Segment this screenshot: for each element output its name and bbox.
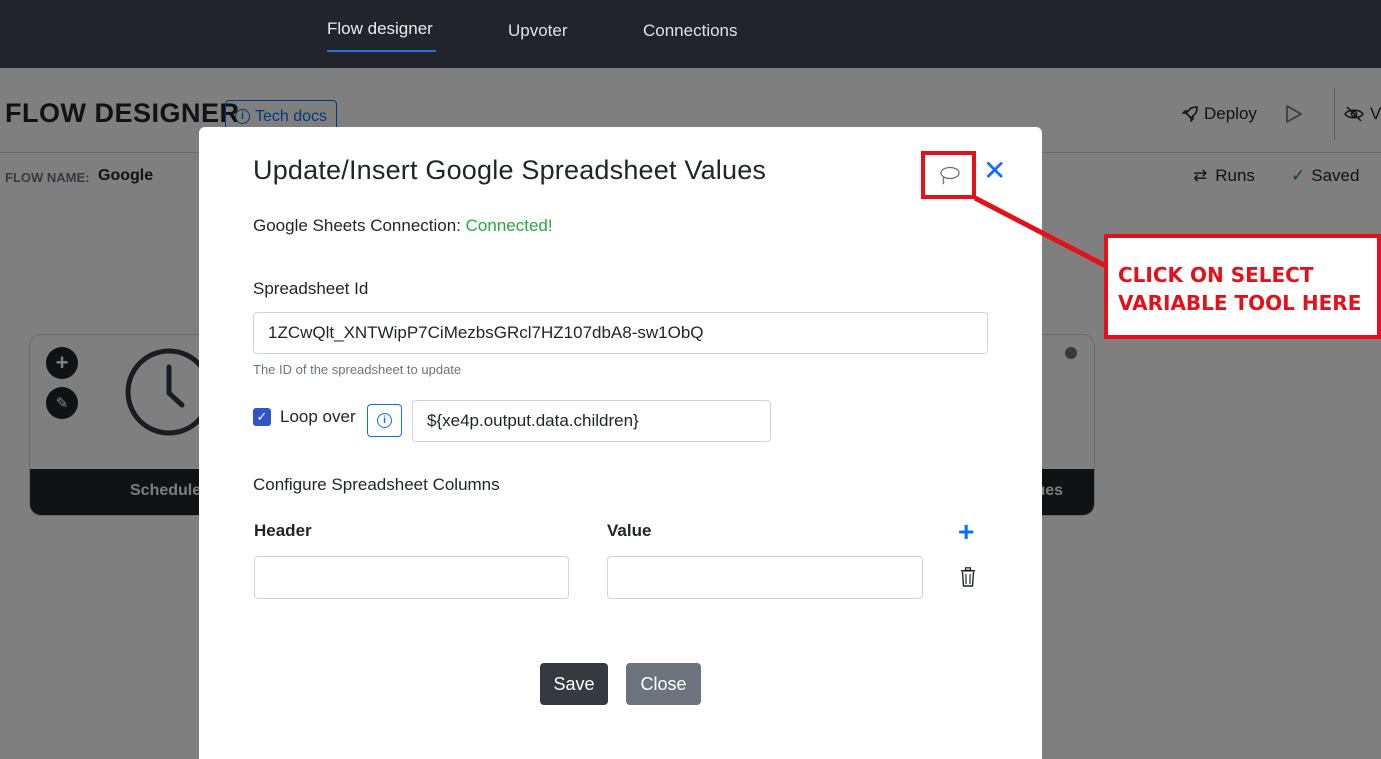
spreadsheet-id-value: 1ZCwQlt_XNTWipP7CiMezbsGRcl7HZ107dbA8-sw… (268, 323, 704, 342)
loop-over-value: ${xe4p.output.data.children} (427, 411, 639, 430)
close-icon[interactable]: ✕ (983, 157, 1006, 185)
lasso-icon (939, 166, 960, 185)
header-input[interactable] (254, 556, 569, 599)
annotation-line-1: CLICK ON SELECT (1118, 263, 1314, 287)
trash-icon[interactable] (960, 567, 976, 587)
connection-status: Connected! (465, 216, 553, 235)
spreadsheet-id-label: Spreadsheet Id (253, 279, 369, 298)
tab-upvoter[interactable]: Upvoter (508, 21, 568, 41)
select-variable-tool-button[interactable] (921, 151, 976, 199)
modal-title: Update/Insert Google Spreadsheet Values (253, 155, 767, 185)
loop-over-checkbox[interactable]: ✓ (253, 408, 271, 426)
spreadsheet-id-help: The ID of the spreadsheet to update (253, 362, 462, 377)
loop-over-label: Loop over (280, 407, 356, 426)
header-column-label: Header (254, 521, 312, 540)
configure-columns-label: Configure Spreadsheet Columns (253, 475, 500, 494)
top-navbar: Flow designer Upvoter Connections (0, 0, 1381, 68)
tab-connections[interactable]: Connections (643, 21, 738, 41)
value-column-label: Value (607, 521, 652, 540)
close-button[interactable]: Close (626, 663, 701, 705)
spreadsheet-id-input[interactable]: 1ZCwQlt_XNTWipP7CiMezbsGRcl7HZ107dbA8-sw… (253, 312, 988, 354)
connection-status-line: Google Sheets Connection: Connected! (253, 216, 553, 236)
loop-over-input[interactable]: ${xe4p.output.data.children} (412, 400, 771, 442)
annotation-text: CLICK ON SELECT VARIABLE TOOL HERE (1118, 261, 1380, 317)
save-button[interactable]: Save (540, 663, 608, 705)
loop-over-info-button[interactable]: i (367, 404, 402, 437)
add-column-button[interactable]: + (958, 518, 974, 546)
value-input[interactable] (607, 556, 923, 599)
update-spreadsheet-modal: Update/Insert Google Spreadsheet Values … (199, 127, 1042, 759)
active-tab-indicator (327, 50, 436, 52)
tab-flow-designer[interactable]: Flow designer (327, 19, 433, 39)
info-icon: i (377, 413, 392, 428)
annotation-line-2: VARIABLE TOOL HERE (1118, 291, 1362, 315)
connection-label: Google Sheets Connection: (253, 216, 461, 235)
